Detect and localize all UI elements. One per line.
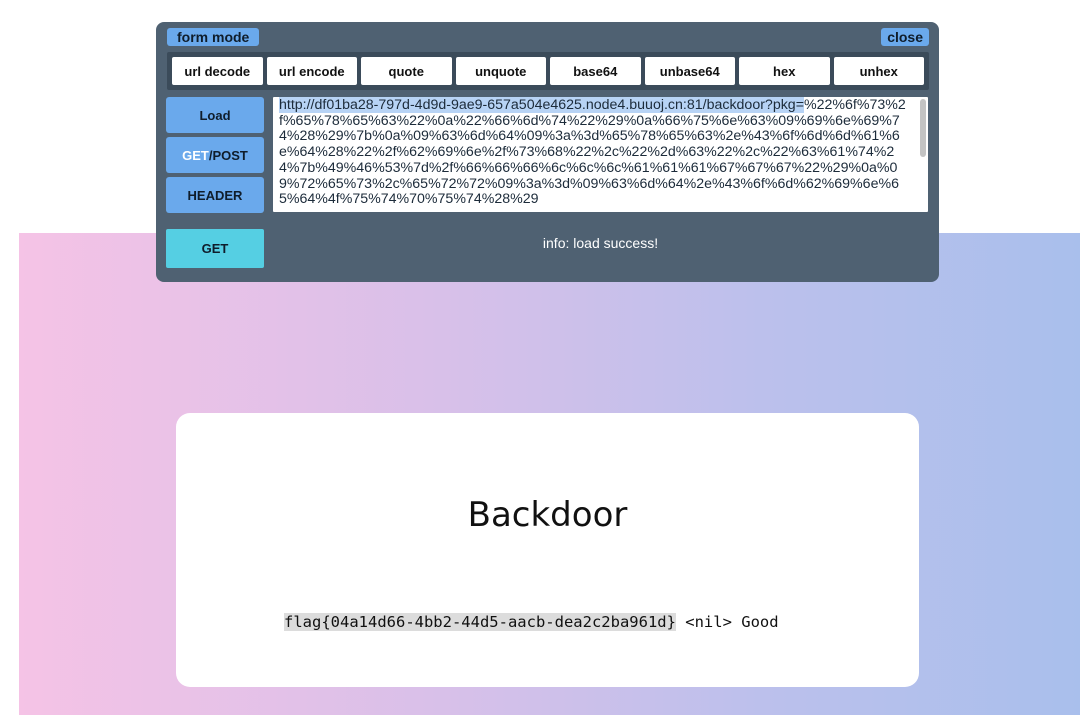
load-button[interactable]: Load	[166, 97, 264, 133]
unhex-button[interactable]: unhex	[833, 57, 924, 85]
url-textarea[interactable]: http://df01ba28-797d-4d9d-9ae9-657a504e4…	[273, 97, 928, 212]
submit-get-button[interactable]: GET	[166, 229, 264, 268]
hex-button[interactable]: hex	[739, 57, 830, 85]
url-encode-button[interactable]: url encode	[266, 57, 357, 85]
get-post-toggle[interactable]: GET/POST	[166, 137, 264, 173]
base64-button[interactable]: base64	[550, 57, 641, 85]
url-payload-text: %22%6f%73%2f%65%78%65%63%22%0a%22%66%6d%…	[279, 97, 906, 208]
result-card: Backdoor flag{04a14d66-4bb2-44d5-aacb-de…	[176, 413, 919, 687]
flag-text: flag{04a14d66-4bb2-44d5-aacb-dea2c2ba961…	[284, 613, 676, 631]
output-rest: <nil> Good	[675, 613, 779, 631]
command-output: flag{04a14d66-4bb2-44d5-aacb-dea2c2ba961…	[284, 613, 779, 631]
url-text: http://df01ba28-797d-4d9d-9ae9-657a504e4…	[273, 97, 928, 208]
get-option: GET	[182, 147, 209, 163]
hackbar-panel: form mode close url decode url encode qu…	[156, 22, 939, 282]
info-status: info: load success!	[542, 235, 659, 251]
url-selected-text: http://df01ba28-797d-4d9d-9ae9-657a504e4…	[279, 97, 804, 113]
form-mode-toggle[interactable]: form mode	[167, 28, 260, 46]
encode-toolbar: url decode url encode quote unquote base…	[167, 52, 929, 90]
url-decode-button[interactable]: url decode	[172, 57, 263, 85]
close-button[interactable]: close	[881, 28, 929, 46]
post-option: /POST	[208, 147, 248, 163]
page-title: Backdoor	[467, 495, 628, 535]
unquote-button[interactable]: unquote	[455, 57, 546, 85]
url-scrollbar[interactable]	[920, 99, 926, 157]
unbase64-button[interactable]: unbase64	[644, 57, 735, 85]
header-button[interactable]: HEADER	[166, 177, 264, 213]
quote-button[interactable]: quote	[361, 57, 452, 85]
